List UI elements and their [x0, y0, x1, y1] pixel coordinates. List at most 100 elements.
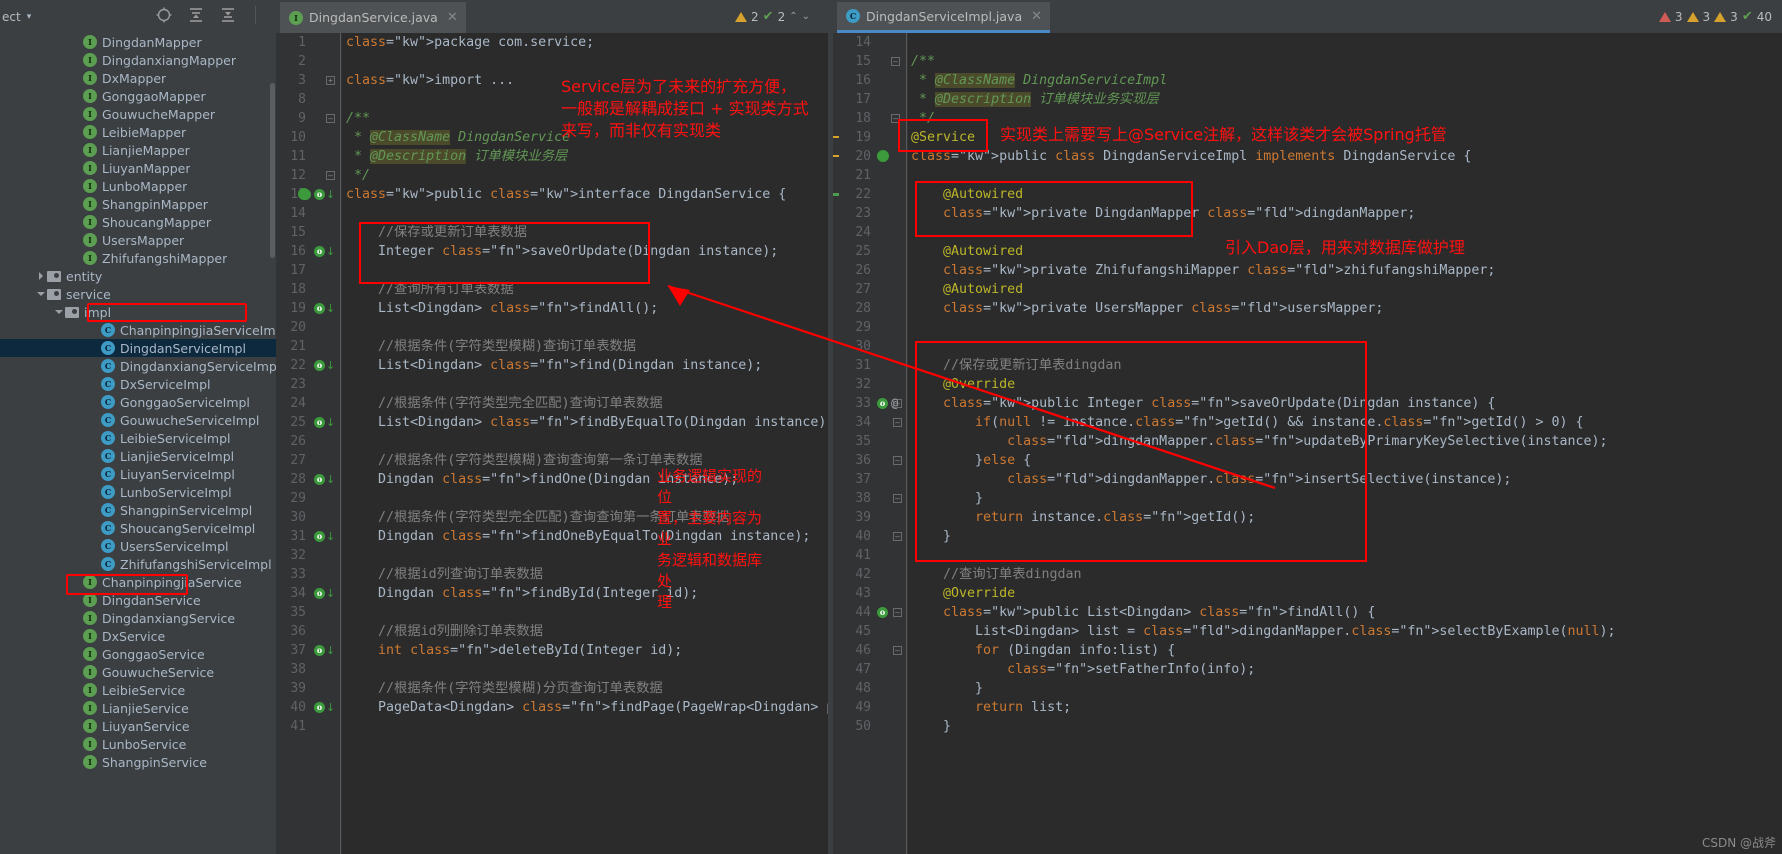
tree-item-liuyanmapper[interactable]: I LiuyanMapper: [0, 159, 276, 177]
tree-item-dxserviceimpl[interactable]: C DxServiceImpl: [0, 375, 276, 393]
fold-toggle-icon[interactable]: –: [326, 171, 335, 180]
tree-item-leibieservice[interactable]: I LeibieService: [0, 681, 276, 699]
tree-item-gonggaoservice[interactable]: I GonggaoService: [0, 645, 276, 663]
fold-toggle-icon[interactable]: –: [891, 57, 900, 66]
tree-item-chanpinpingjiaservice[interactable]: I ChanpinpingjiaService: [0, 573, 276, 591]
spring-bean-icon[interactable]: [298, 188, 310, 200]
tree-item-dxservice[interactable]: I DxService: [0, 627, 276, 645]
tree-item-chanpinpingjiaserviceimpl[interactable]: C ChanpinpingjiaServiceImpl: [0, 321, 276, 339]
tree-item-usersserviceimpl[interactable]: C UsersServiceImpl: [0, 537, 276, 555]
tree-item-gonggaomapper[interactable]: I GonggaoMapper: [0, 87, 276, 105]
fold-toggle-icon[interactable]: –: [893, 494, 902, 503]
tree-item-dingdanserviceimpl[interactable]: C DingdanServiceImpl: [0, 339, 276, 357]
tree-item-shangpinserviceimpl[interactable]: C ShangpinServiceImpl: [0, 501, 276, 519]
tab-dingdanserviceimpl-java[interactable]: C DingdanServiceImpl.java ✕: [837, 2, 1051, 33]
tree-item-gouwuchemapper[interactable]: I GouwucheMapper: [0, 105, 276, 123]
next-problem-icon[interactable]: ⌄: [802, 11, 810, 22]
gutter-marker-icon[interactable]: o: [877, 607, 888, 618]
tree-item-lianjiemapper[interactable]: I LianjieMapper: [0, 141, 276, 159]
gutter-marker-icon[interactable]: o: [314, 246, 325, 257]
tree-item-dingdanservice[interactable]: I DingdanService: [0, 591, 276, 609]
tree-item-shangpinservice[interactable]: I ShangpinService: [0, 753, 276, 771]
tree-item-dingdanxiangservice[interactable]: I DingdanxiangService: [0, 609, 276, 627]
tree-item-lunbomapper[interactable]: I LunboMapper: [0, 177, 276, 195]
tree-item-dingdanmapper[interactable]: I DingdanMapper: [0, 33, 276, 51]
tree-item-lianjieserviceimpl[interactable]: C LianjieServiceImpl: [0, 447, 276, 465]
tree-item-liuyanserviceimpl[interactable]: C LiuyanServiceImpl: [0, 465, 276, 483]
gutter-implement-arrow-icon[interactable]: ↓: [326, 645, 335, 656]
tree-item-lianjieservice[interactable]: I LianjieService: [0, 699, 276, 717]
chevron-right-icon[interactable]: [36, 271, 47, 282]
inspection-widget-left[interactable]: 2 ✔ 2 ⌃ ⌄: [735, 9, 810, 24]
override-marker-icon[interactable]: @: [891, 396, 898, 410]
gutter-marker-icon[interactable]: o: [314, 360, 325, 371]
project-tree[interactable]: I DingdanMapper I DingdanxiangMapper I DxMapp…: [0, 33, 276, 771]
locate-icon[interactable]: [155, 6, 173, 24]
expand-all-icon[interactable]: [187, 6, 205, 24]
tree-item-dingdanxiangmapper[interactable]: I DingdanxiangMapper: [0, 51, 276, 69]
gutter-marker-icon[interactable]: o: [314, 474, 325, 485]
gutter-marker-icon[interactable]: o: [314, 588, 325, 599]
tree-item-dxmapper[interactable]: I DxMapper: [0, 69, 276, 87]
tree-item-leibiemapper[interactable]: I LeibieMapper: [0, 123, 276, 141]
fold-toggle-icon[interactable]: –: [893, 532, 902, 541]
code-area-left[interactable]: 1238910111213141516171819202122232425262…: [276, 33, 828, 854]
code-line: /**: [346, 111, 371, 126]
gutter-implement-arrow-icon[interactable]: ↓: [326, 303, 335, 314]
gutter-implement-arrow-icon[interactable]: ↓: [326, 588, 335, 599]
tree-item-dingdanxiangserviceimpl[interactable]: C DingdanxiangServiceImpl: [0, 357, 276, 375]
gutter-marker-icon[interactable]: o: [314, 531, 325, 542]
tree-item-gouwucheserviceimpl[interactable]: C GouwucheServiceImpl: [0, 411, 276, 429]
tree-item-usersmapper[interactable]: I UsersMapper: [0, 231, 276, 249]
tree-item-zhifufangshimapper[interactable]: I ZhifufangshiMapper: [0, 249, 276, 267]
tree-item-gonggaoserviceimpl[interactable]: C GonggaoServiceImpl: [0, 393, 276, 411]
inspection-widget-right[interactable]: 3 3 3 ✔ 40: [1658, 9, 1772, 24]
tree-item-impl[interactable]: impl: [0, 303, 276, 321]
tree-item-liuyanservice[interactable]: I LiuyanService: [0, 717, 276, 735]
chevron-down-icon[interactable]: ▾: [27, 12, 32, 22]
tree-item-lunboserviceimpl[interactable]: C LunboServiceImpl: [0, 483, 276, 501]
gutter-marker-icon[interactable]: o: [314, 702, 325, 713]
project-tree-panel[interactable]: I DingdanMapper I DingdanxiangMapper I DxMapp…: [0, 33, 276, 854]
tree-item-shangpinmapper[interactable]: I ShangpinMapper: [0, 195, 276, 213]
fold-toggle-icon[interactable]: –: [893, 608, 902, 617]
chevron-down-icon[interactable]: [54, 307, 65, 318]
tree-item-entity[interactable]: entity: [0, 267, 276, 285]
code-area-right[interactable]: 14 15 16 17 18 19 20 21 22 23 24 25 26 27 28 29 30 31 32 33…: [833, 33, 1782, 854]
fold-toggle-icon[interactable]: +: [326, 76, 335, 85]
gutter-marker-icon[interactable]: o: [314, 417, 325, 428]
gutter-marker-icon[interactable]: o: [314, 303, 325, 314]
tree-item-lunboservice[interactable]: I LunboService: [0, 735, 276, 753]
gutter-implement-arrow-icon[interactable]: ↓: [326, 417, 335, 428]
gutter-implement-arrow-icon[interactable]: ↓: [326, 474, 335, 485]
fold-toggle-icon[interactable]: –: [326, 114, 335, 123]
fold-toggle-icon[interactable]: –: [891, 114, 900, 123]
fold-toggle-icon[interactable]: –: [893, 418, 902, 427]
gutter-implement-arrow-icon[interactable]: ↓: [326, 360, 335, 371]
close-icon[interactable]: ✕: [447, 10, 458, 25]
tree-item-zhifufangshiserviceimpl[interactable]: C ZhifufangshiServiceImpl: [0, 555, 276, 573]
tab-dingdanservice-java[interactable]: I DingdanService.java ✕: [280, 2, 466, 33]
project-dropdown-label[interactable]: ect: [0, 10, 21, 24]
collapse-all-icon[interactable]: [219, 6, 237, 24]
fold-toggle-icon[interactable]: –: [893, 646, 902, 655]
gutter-implement-arrow-icon[interactable]: ↓: [326, 189, 335, 200]
gutter-implement-arrow-icon[interactable]: ↓: [326, 702, 335, 713]
gutter-marker-icon[interactable]: o: [314, 645, 325, 656]
spring-bean-icon[interactable]: [877, 150, 889, 162]
chevron-down-icon[interactable]: [36, 289, 47, 300]
tree-item-shoucangmapper[interactable]: I ShoucangMapper: [0, 213, 276, 231]
tree-item-service[interactable]: service: [0, 285, 276, 303]
gutter-marker-icon[interactable]: o: [877, 398, 888, 409]
gutter-marker-icon[interactable]: o: [314, 189, 325, 200]
gutter-implement-arrow-icon[interactable]: ↓: [326, 531, 335, 542]
tree-item-shoucangserviceimpl[interactable]: C ShoucangServiceImpl: [0, 519, 276, 537]
interface-icon: I: [83, 719, 97, 733]
gutter-implement-arrow-icon[interactable]: ↓: [326, 246, 335, 257]
prev-problem-icon[interactable]: ⌃: [789, 11, 797, 22]
tree-item-gouwucheservice[interactable]: I GouwucheService: [0, 663, 276, 681]
sidebar-scrollbar-thumb[interactable]: [270, 83, 275, 258]
close-icon[interactable]: ✕: [1031, 9, 1042, 24]
tree-item-leibieserviceimpl[interactable]: C LeibieServiceImpl: [0, 429, 276, 447]
fold-toggle-icon[interactable]: –: [893, 456, 902, 465]
